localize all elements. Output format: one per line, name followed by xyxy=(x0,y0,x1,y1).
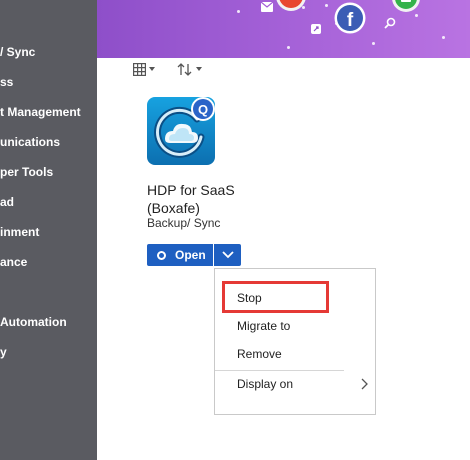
sidebar-item-backup-sync[interactable]: / Sync xyxy=(0,41,97,63)
open-button-label: Open xyxy=(175,248,206,262)
qnap-badge-icon: Q xyxy=(191,97,215,121)
sidebar-item-label: ance xyxy=(0,255,28,269)
menu-item-migrate-to[interactable]: Migrate to xyxy=(237,319,290,333)
sidebar-item-entertainment[interactable]: inment xyxy=(0,221,97,243)
menu-divider xyxy=(215,370,344,371)
sidebar-item-business[interactable]: ss xyxy=(0,71,97,93)
sidebar-item-label: y xyxy=(0,345,7,359)
app-title: HDP for SaaS (Boxafe) xyxy=(147,182,235,216)
open-options-dropdown-button[interactable] xyxy=(214,244,241,266)
highlight-box xyxy=(222,281,329,313)
sort-icon xyxy=(177,62,192,76)
chevron-down-icon xyxy=(221,251,234,259)
app-icon-hdp-boxafe[interactable]: Q xyxy=(147,97,215,165)
sidebar-item-label: ad xyxy=(0,195,15,209)
chat-icon xyxy=(392,0,420,12)
sidebar-item-communications[interactable]: unications xyxy=(0,131,97,153)
chevron-right-icon xyxy=(361,378,368,390)
facebook-icon: f xyxy=(334,2,366,34)
promo-banner: f xyxy=(97,0,470,58)
view-toggle-button[interactable] xyxy=(133,60,155,78)
sidebar-item-content-management[interactable]: t Management xyxy=(0,101,97,123)
grid-view-icon xyxy=(133,62,146,76)
sidebar-item-surveillance[interactable]: ance xyxy=(0,251,97,273)
sidebar: / Sync ss t Management unications per To… xyxy=(0,0,97,460)
mail-icon xyxy=(261,2,273,12)
sidebar-item-label: t Management xyxy=(0,105,81,119)
notification-icon xyxy=(276,0,306,11)
app-category: Backup/ Sync xyxy=(147,216,221,230)
sidebar-item-label: / Sync xyxy=(0,45,36,59)
search-icon xyxy=(384,17,396,29)
sidebar-item-label: inment xyxy=(0,225,40,239)
share-icon xyxy=(311,24,321,34)
sort-button[interactable] xyxy=(177,60,202,78)
open-button[interactable]: Open xyxy=(147,244,213,266)
sidebar-item-label: Automation xyxy=(0,315,67,329)
sidebar-item-label: ss xyxy=(0,75,14,89)
open-status-icon xyxy=(157,250,166,260)
sidebar-item-security[interactable]: y xyxy=(0,341,97,363)
menu-item-display-on[interactable]: Display on xyxy=(237,377,293,391)
svg-text:Q: Q xyxy=(198,102,208,117)
sidebar-item-download[interactable]: ad xyxy=(0,191,97,213)
menu-item-remove[interactable]: Remove xyxy=(237,347,282,361)
sidebar-item-label: per Tools xyxy=(0,165,54,179)
chevron-down-icon xyxy=(196,67,202,71)
chevron-down-icon xyxy=(149,67,155,71)
sidebar-item-label: unications xyxy=(0,135,61,149)
svg-text:f: f xyxy=(347,10,354,31)
sidebar-item-developer-tools[interactable]: per Tools xyxy=(0,161,97,183)
sidebar-item-home-automation[interactable]: Automation xyxy=(0,311,97,333)
